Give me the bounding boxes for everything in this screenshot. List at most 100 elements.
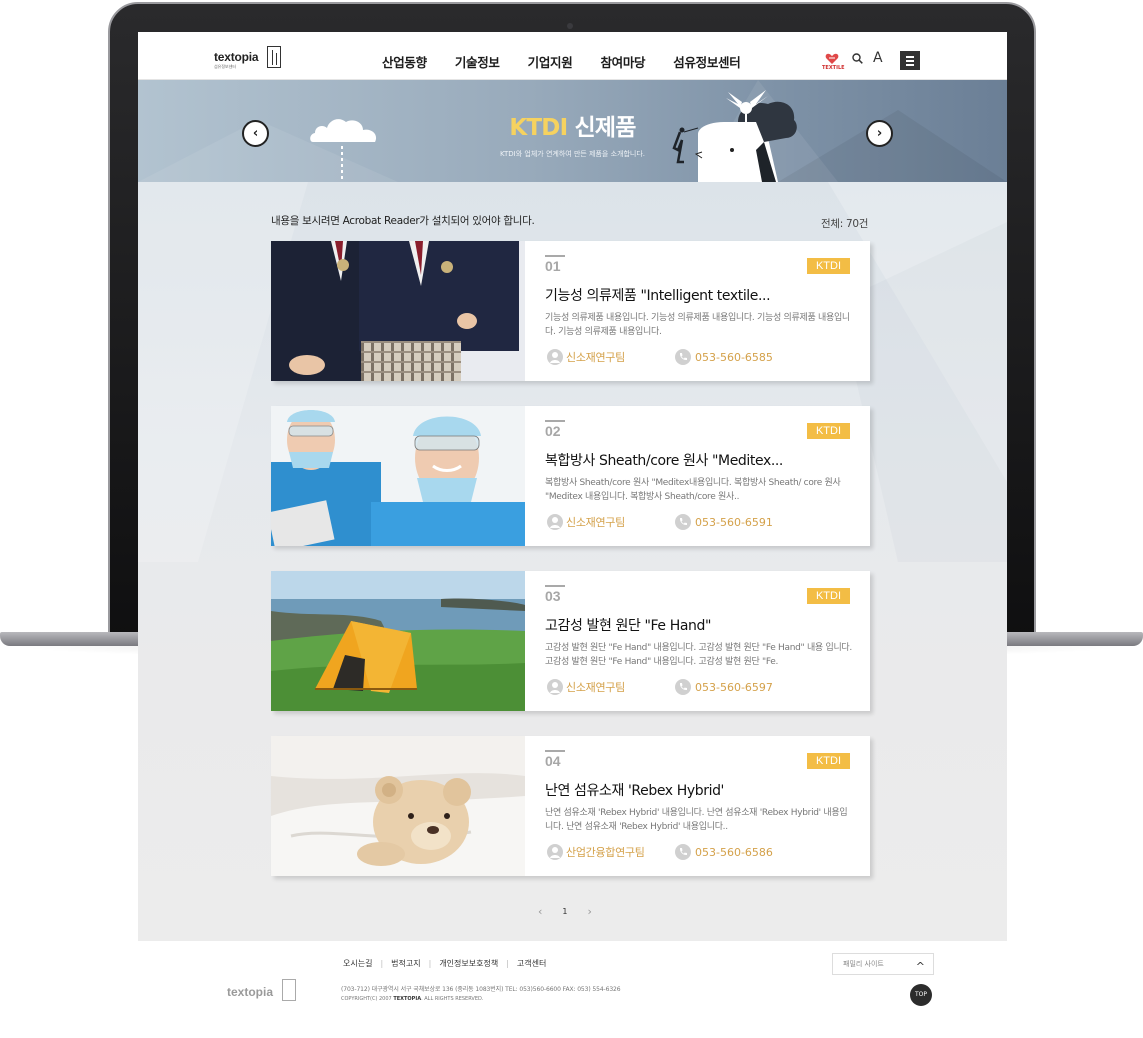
person-icon (547, 349, 563, 365)
card-number: 01 (545, 255, 565, 274)
phone-icon (675, 844, 691, 860)
phone-number: 053-560-6585 (695, 350, 773, 364)
card-description: 난연 섬유소재 'Rebex Hybrid' 내용입니다. 난연 섬유소재 'R… (545, 808, 848, 832)
footer-address: (703-712) 대구광역시 서구 국채보상로 136 (중리동 1083번지… (341, 986, 621, 993)
footer-link-legal[interactable]: 법적고지 (391, 958, 420, 969)
person-icon (547, 514, 563, 530)
phone-number: 053-560-6586 (695, 845, 773, 859)
textile-label: TEXTILE (822, 65, 845, 71)
product-thumbnail-tent (271, 571, 525, 711)
global-navigation: textopia 섬유정보센터 산업동향 기술정보 기업지원 참여마당 섬유정보… (138, 32, 1007, 80)
card-team: 산업간융합연구팀 (547, 844, 645, 860)
product-card[interactable]: 04 KTDI 난연 섬유소재 'Rebex Hybrid' 난연 섬유소재 '… (271, 736, 870, 876)
acrobat-notice: 내용을 보시려면 Acrobat Reader가 설치되어 있어야 합니다. (271, 215, 535, 227)
pagination-prev-button[interactable]: ‹ (538, 905, 542, 918)
card-team: 신소재연구팀 (547, 349, 625, 365)
footer-link-customer-center[interactable]: 고객센터 (517, 958, 546, 969)
footer-link-privacy[interactable]: 개인정보보호정책 (439, 958, 498, 969)
card-phone: 053-560-6586 (675, 844, 773, 860)
font-size-button[interactable]: A (873, 50, 883, 66)
pagination-page-current[interactable]: 1 (562, 907, 567, 916)
nav-item-participation[interactable]: 참여마당 (600, 52, 645, 71)
site-footer: 오시는길 | 법적고지 | 개인정보보호정책 | 고객센터 textopia (… (138, 941, 1007, 1038)
nav-item-industry-trends[interactable]: 산업동향 (382, 52, 427, 71)
card-number: 03 (545, 585, 565, 604)
nav-item-textile-info-center[interactable]: 섬유정보센터 (673, 52, 741, 71)
copyright-prefix: COPYRIGHT(C) 2007 (341, 996, 394, 1002)
logo-text: textopia (214, 50, 259, 64)
scroll-top-button[interactable]: TOP (910, 984, 932, 1006)
card-number: 02 (545, 420, 565, 439)
footer-link-directions[interactable]: 오시는길 (343, 958, 372, 969)
footer-links: 오시는길 | 법적고지 | 개인정보보호정책 | 고객센터 (343, 958, 546, 969)
ktdi-badge: KTDI (807, 588, 850, 604)
footer-logo: textopia (227, 985, 274, 999)
chevron-up-icon: ^ (915, 960, 925, 973)
logo-subtext: 섬유정보센터 (214, 64, 237, 69)
product-card[interactable]: 01 KTDI 기능성 의류제품 "Intelligent textile...… (271, 241, 870, 381)
footer-separator: | (428, 959, 432, 968)
hamburger-menu-button[interactable] (900, 51, 920, 70)
phone-icon (675, 679, 691, 695)
card-title[interactable]: 난연 섬유소재 'Rebex Hybrid' (545, 780, 724, 800)
ktdi-badge: KTDI (807, 258, 850, 274)
phone-number: 053-560-6591 (695, 515, 773, 529)
banner-prev-button[interactable]: ‹ (242, 120, 269, 147)
phone-number: 053-560-6597 (695, 680, 773, 694)
card-description: 기능성 의류제품 내용입니다. 기능성 의류제품 내용입니다. 기능성 의류제품… (545, 313, 850, 337)
site-logo[interactable]: textopia 섬유정보센터 (214, 46, 281, 72)
ktdi-badge: KTDI (807, 423, 850, 439)
card-title[interactable]: 기능성 의류제품 "Intelligent textile... (545, 285, 771, 305)
card-team: 신소재연구팀 (547, 514, 625, 530)
family-site-select[interactable]: 패밀리 사이트 ^ (832, 953, 934, 975)
ktdi-badge: KTDI (807, 753, 850, 769)
team-name: 산업간융합연구팀 (566, 846, 645, 859)
team-name: 신소재연구팀 (566, 681, 625, 694)
banner-next-button[interactable]: › (866, 120, 893, 147)
head-lightbulb-illustration (672, 90, 797, 182)
copyright-suffix: . ALL RIGHTS RESERVED. (421, 996, 484, 1002)
card-title[interactable]: 복합방사 Sheath/core 원사 "Meditex... (545, 450, 783, 470)
card-team: 신소재연구팀 (547, 679, 625, 695)
heart-icon[interactable] (825, 52, 839, 66)
pagination-next-button[interactable]: › (588, 905, 592, 918)
nav-item-tech-info[interactable]: 기술정보 (455, 52, 500, 71)
footer-copyright: COPYRIGHT(C) 2007 TEXTOPIA. ALL RIGHTS R… (341, 996, 483, 1002)
product-thumbnail-teddy-bear (271, 736, 525, 876)
product-thumbnail-uniform (271, 241, 525, 381)
website-screen: textopia 섬유정보센터 산업동향 기술정보 기업지원 참여마당 섬유정보… (138, 32, 1007, 941)
banner-title-rest: 신제품 (567, 115, 637, 141)
card-phone: 053-560-6591 (675, 514, 773, 530)
card-phone: 053-560-6597 (675, 679, 773, 695)
laptop-camera (567, 23, 573, 29)
product-thumbnail-medical (271, 406, 525, 546)
footer-separator: | (380, 959, 384, 968)
product-card[interactable]: 02 KTDI 복합방사 Sheath/core 원사 "Meditex... … (271, 406, 870, 546)
logo-mark-icon (267, 46, 281, 68)
phone-icon (675, 514, 691, 530)
family-site-label: 패밀리 사이트 (843, 960, 884, 968)
total-count: 전체: 70건 (821, 218, 869, 230)
mockup-stage: textopia 섬유정보센터 산업동향 기술정보 기업지원 참여마당 섬유정보… (0, 0, 1143, 1038)
card-description: 복합방사 Sheath/core 원사 "Meditex내용입니다. 복합방사 … (545, 478, 841, 502)
person-icon (547, 844, 563, 860)
card-phone: 053-560-6585 (675, 349, 773, 365)
search-icon[interactable] (852, 53, 863, 64)
card-description: 고감성 발현 원단 "Fe Hand" 내용입니다. 고감성 발현 원단 "Fe… (545, 643, 852, 667)
banner-subtitle: KTDI와 업체가 연계하여 만든 제품을 소개합니다. (499, 150, 646, 158)
footer-logo-mark-icon (282, 979, 296, 1001)
phone-icon (675, 349, 691, 365)
team-name: 신소재연구팀 (566, 351, 625, 364)
card-number: 04 (545, 750, 565, 769)
team-name: 신소재연구팀 (566, 516, 625, 529)
banner-title-highlight: KTDI (509, 115, 568, 141)
main-menu: 산업동향 기술정보 기업지원 참여마당 섬유정보센터 (382, 52, 741, 71)
footer-separator: | (506, 959, 509, 968)
product-card[interactable]: 03 KTDI 고감성 발현 원단 "Fe Hand" 고감성 발현 원단 "F… (271, 571, 870, 711)
person-icon (547, 679, 563, 695)
copyright-brand: TEXTOPIA (393, 996, 422, 1002)
card-title[interactable]: 고감성 발현 원단 "Fe Hand" (545, 615, 711, 635)
nav-item-business-support[interactable]: 기업지원 (528, 52, 573, 71)
pagination: ‹ 1 › (538, 905, 592, 918)
hero-banner: KTDI 신제품 KTDI와 업체가 연계하여 만든 제품을 소개합니다. ‹ … (138, 80, 1007, 182)
